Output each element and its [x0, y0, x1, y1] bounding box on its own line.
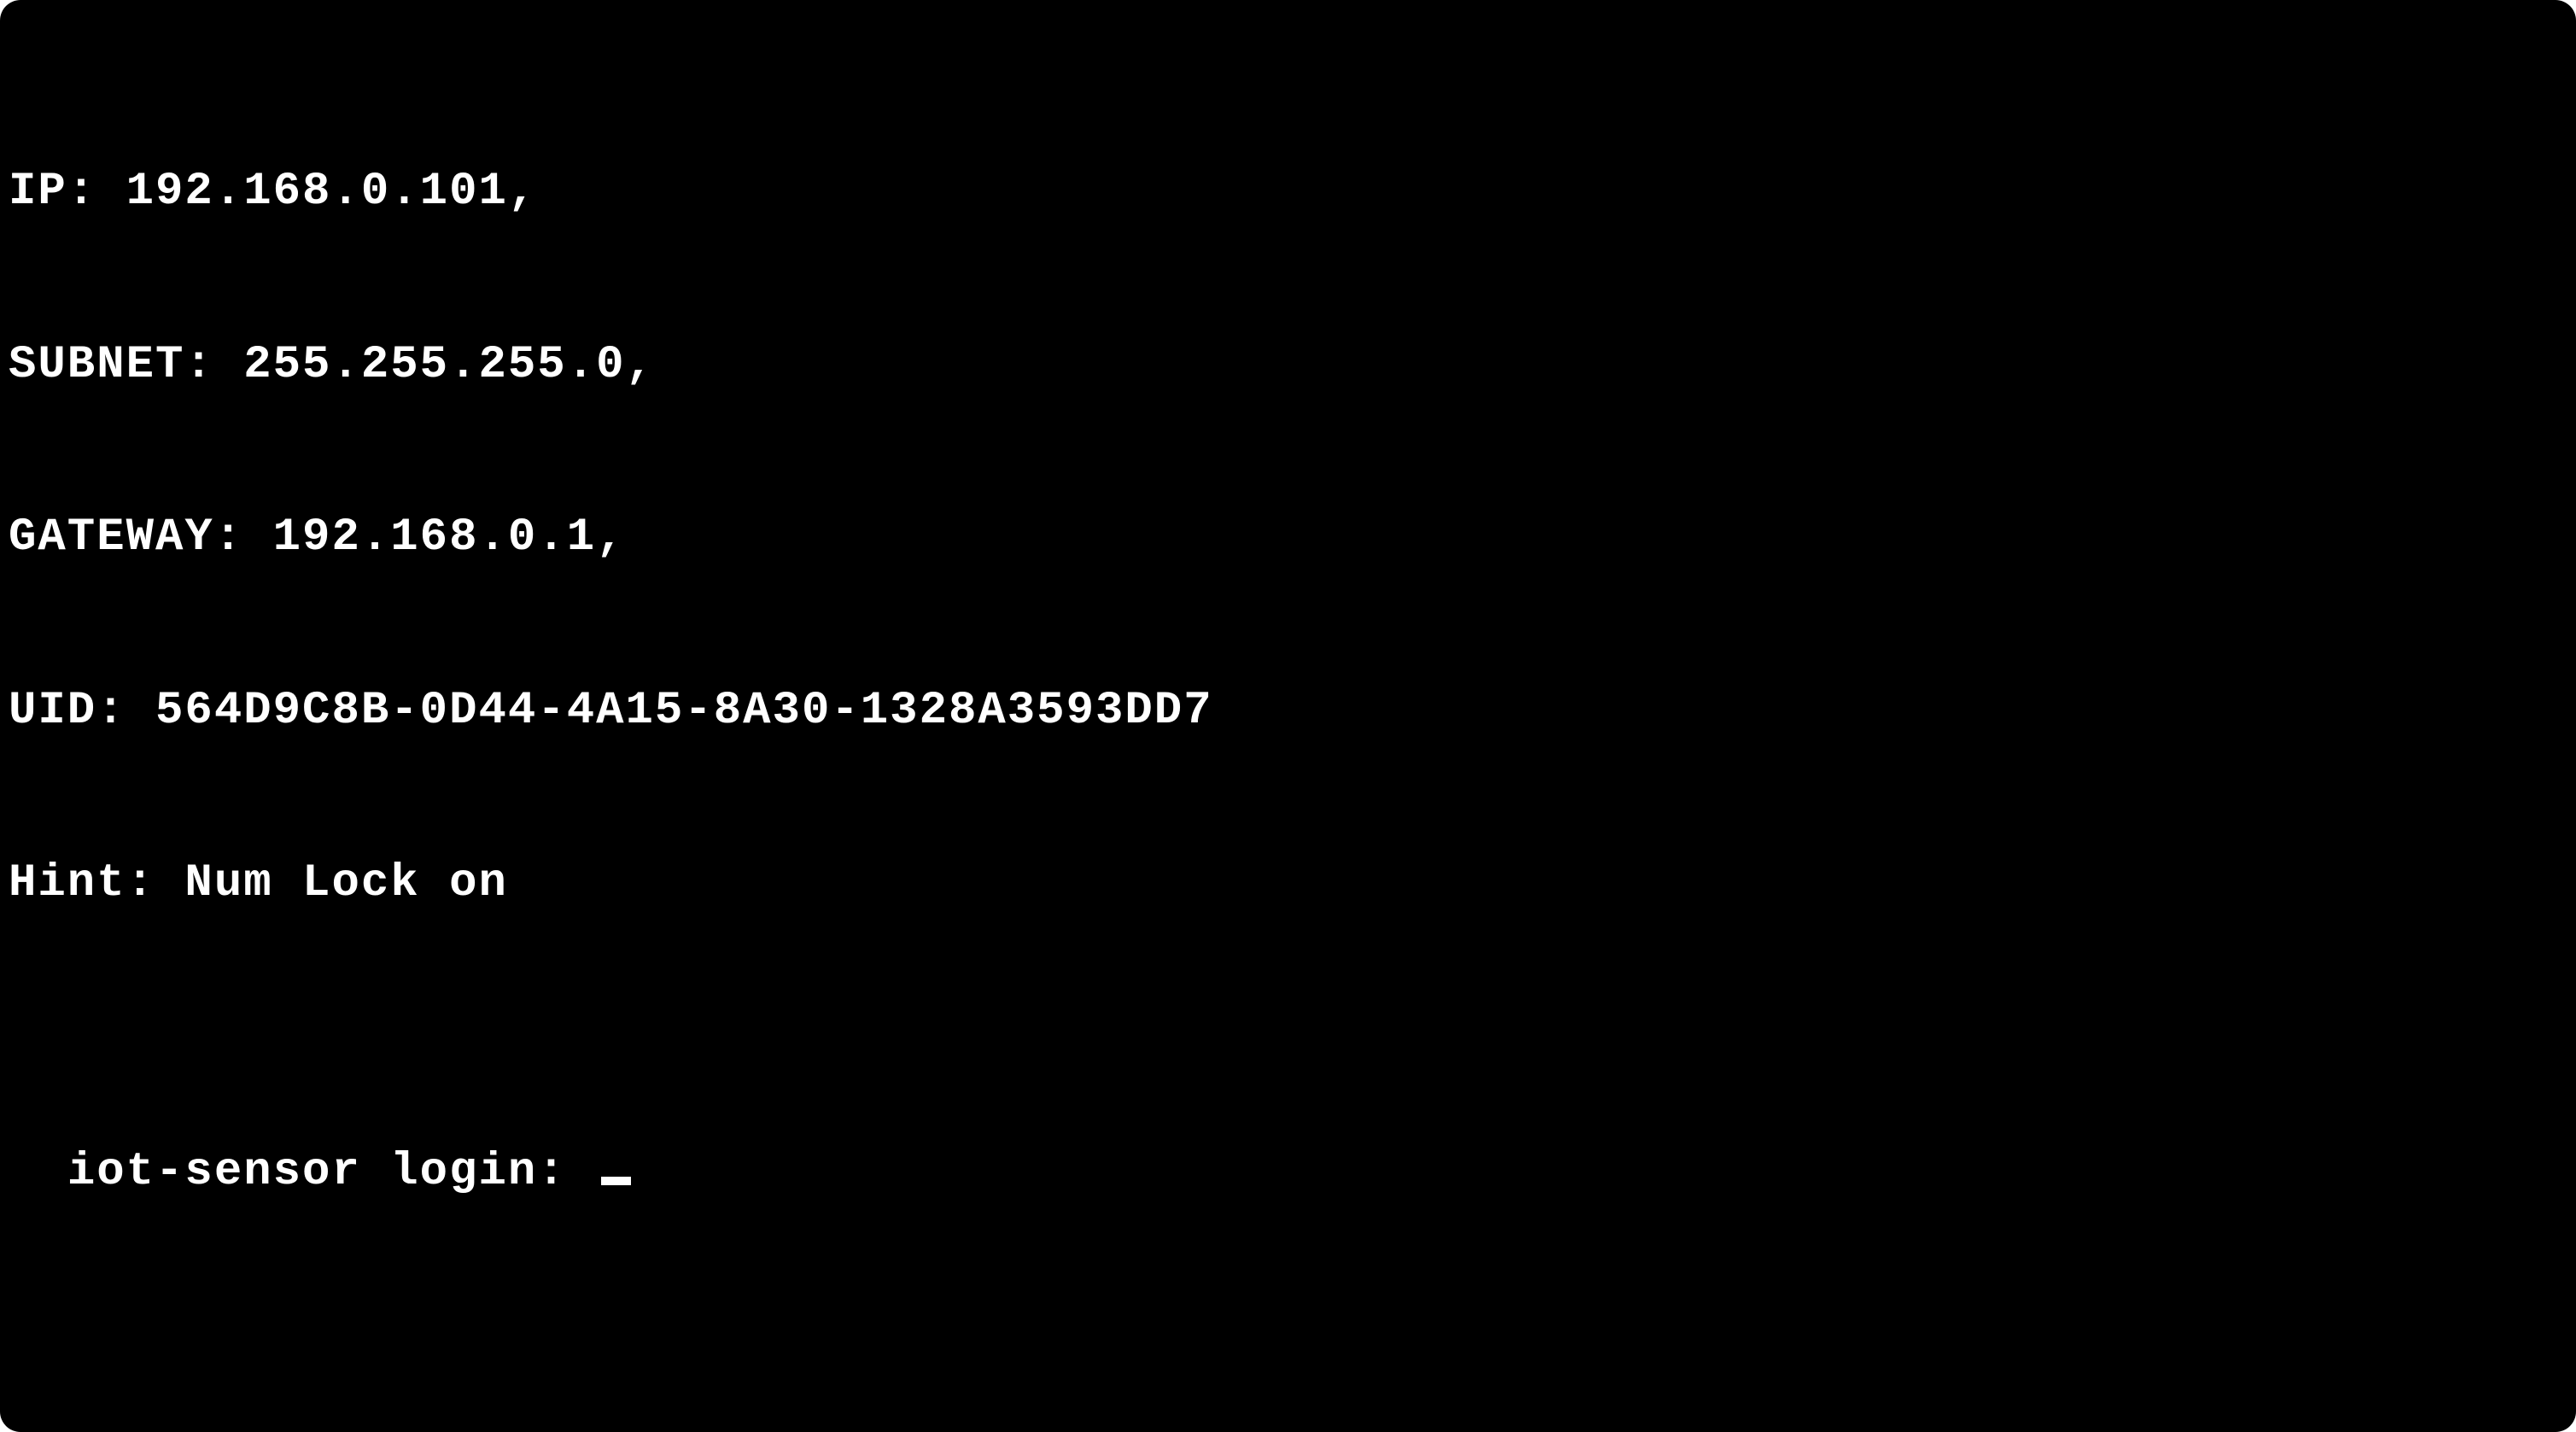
ip-line: IP: 192.168.0.101, — [9, 163, 2567, 221]
uid-line: UID: 564D9C8B-0D44-4A15-8A30-1328A3593DD… — [9, 682, 2567, 740]
blank-line — [9, 1028, 2567, 1086]
gateway-line: GATEWAY: 192.168.0.1, — [9, 509, 2567, 567]
subnet-line: SUBNET: 255.255.255.0, — [9, 336, 2567, 395]
terminal-window[interactable]: IP: 192.168.0.101, SUBNET: 255.255.255.0… — [0, 0, 2576, 1432]
hint-line: Hint: Num Lock on — [9, 855, 2567, 913]
cursor-icon[interactable] — [601, 1177, 631, 1185]
login-prompt: iot-sensor login: — [67, 1146, 596, 1198]
